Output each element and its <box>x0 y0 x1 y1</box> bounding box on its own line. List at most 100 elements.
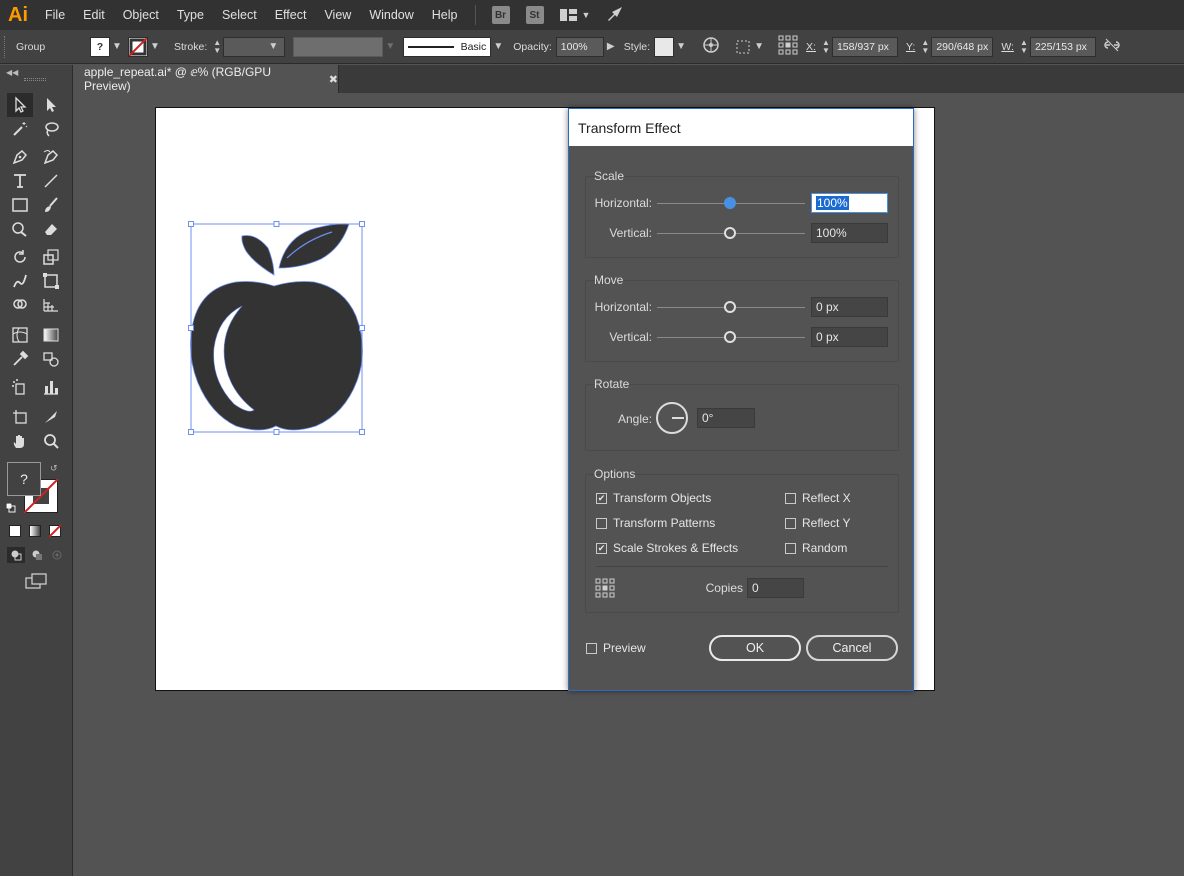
workspace-switcher-icon[interactable]: ▼ <box>559 8 590 22</box>
menu-edit[interactable]: Edit <box>74 0 114 30</box>
rotate-tool-icon[interactable] <box>7 245 33 269</box>
menu-view[interactable]: View <box>315 0 360 30</box>
transform-objects-checkbox[interactable]: ✔ Transform Objects <box>596 491 711 505</box>
type-tool-icon[interactable] <box>7 169 33 193</box>
menu-file[interactable]: File <box>36 0 74 30</box>
y-stepper[interactable]: ▲ ▼ <box>919 37 931 57</box>
draw-normal-icon[interactable] <box>7 547 25 563</box>
menu-type[interactable]: Type <box>168 0 213 30</box>
move-horizontal-slider-knob[interactable] <box>724 301 736 313</box>
warp-tool-icon[interactable] <box>7 269 33 293</box>
w-field[interactable]: 225/153 px <box>1029 36 1096 57</box>
magic-wand-tool-icon[interactable] <box>7 117 33 141</box>
recolor-artwork-icon[interactable] <box>702 36 720 57</box>
preview-checkbox[interactable]: Preview <box>586 641 646 655</box>
color-mode-button[interactable] <box>9 525 21 537</box>
collapse-panel-icon[interactable]: ◀◀ <box>6 68 18 77</box>
stroke-weight-stepper[interactable]: ▲ ▼ <box>211 37 223 57</box>
ok-button[interactable]: OK <box>709 635 801 661</box>
fill-color-box[interactable]: ? <box>7 462 41 496</box>
move-vertical-slider-knob[interactable] <box>724 331 736 343</box>
shaper-tool-icon[interactable] <box>7 217 33 241</box>
reflect-x-checkbox[interactable]: Reflect X <box>785 491 851 505</box>
scale-vertical-input[interactable]: 100% <box>811 223 888 243</box>
y-field[interactable]: 290/648 px <box>931 36 994 57</box>
rectangle-tool-icon[interactable] <box>7 193 33 217</box>
eyedropper-tool-icon[interactable] <box>7 347 33 371</box>
w-stepper[interactable]: ▲ ▼ <box>1018 37 1030 57</box>
stroke-swatch[interactable] <box>128 36 148 57</box>
scale-horizontal-input[interactable]: 100% <box>811 193 888 213</box>
screen-mode-icon[interactable] <box>24 572 48 590</box>
perspective-grid-tool-icon[interactable] <box>38 293 64 317</box>
lasso-tool-icon[interactable] <box>38 117 64 141</box>
variable-width-profile[interactable] <box>293 36 384 57</box>
none-mode-button[interactable] <box>49 525 61 537</box>
align-to-selection-icon[interactable]: ▼ <box>734 38 766 56</box>
blend-tool-icon[interactable] <box>38 347 64 371</box>
document-tab[interactable]: apple_repeat.ai* @ ⅇ% (RGB/GPU Preview) … <box>74 65 339 93</box>
hand-tool-icon[interactable] <box>7 429 33 453</box>
copies-input[interactable]: 0 <box>747 578 804 598</box>
move-horizontal-input[interactable]: 0 px <box>811 297 888 317</box>
chevron-down-icon[interactable]: ▼ <box>491 41 505 52</box>
selection-tool-icon[interactable] <box>7 93 33 117</box>
brush-definition[interactable]: Basic <box>403 36 492 57</box>
draw-behind-icon[interactable] <box>28 547 46 563</box>
scale-vertical-slider-knob[interactable] <box>724 227 736 239</box>
chevron-down-icon[interactable]: ▼ <box>148 41 162 52</box>
y-label: Y: <box>905 40 916 53</box>
x-field[interactable]: 158/937 px <box>831 36 898 57</box>
dialog-title[interactable]: Transform Effect <box>569 109 913 146</box>
gpu-performance-icon[interactable] <box>606 6 624 25</box>
opacity-field[interactable]: 100% <box>555 36 604 57</box>
direct-selection-tool-icon[interactable] <box>38 93 64 117</box>
graphic-style-swatch[interactable] <box>654 36 675 57</box>
angle-input[interactable]: 0° <box>697 408 755 428</box>
pen-tool-icon[interactable] <box>7 145 33 169</box>
gradient-mode-button[interactable] <box>29 525 41 537</box>
reference-point-icon[interactable] <box>778 35 798 58</box>
line-tool-icon[interactable] <box>38 169 64 193</box>
menu-effect[interactable]: Effect <box>266 0 316 30</box>
transform-patterns-checkbox[interactable]: Transform Patterns <box>596 516 715 530</box>
chevron-right-icon[interactable]: ▶ <box>604 41 618 52</box>
menu-object[interactable]: Object <box>114 0 168 30</box>
symbol-sprayer-tool-icon[interactable] <box>7 375 33 399</box>
swap-fill-stroke-icon[interactable]: ↺ <box>50 463 58 474</box>
chevron-down-icon[interactable]: ▼ <box>674 41 688 52</box>
zoom-tool-icon[interactable] <box>38 429 64 453</box>
random-checkbox[interactable]: Random <box>785 541 847 555</box>
cancel-button[interactable]: Cancel <box>806 635 898 661</box>
angle-dial-icon[interactable] <box>655 401 689 435</box>
constrain-proportions-icon[interactable] <box>1104 38 1120 55</box>
scale-horizontal-slider-knob[interactable] <box>724 197 736 209</box>
column-graph-tool-icon[interactable] <box>38 375 64 399</box>
scale-strokes-checkbox[interactable]: ✔ Scale Strokes & Effects <box>596 541 738 555</box>
menubar-separator <box>474 5 476 25</box>
paintbrush-tool-icon[interactable] <box>38 193 64 217</box>
x-stepper[interactable]: ▲ ▼ <box>820 37 832 57</box>
stroke-weight-field[interactable]: ▼ <box>223 36 286 57</box>
mesh-tool-icon[interactable] <box>7 323 33 347</box>
shape-builder-tool-icon[interactable] <box>7 293 33 317</box>
eraser-tool-icon[interactable] <box>38 217 64 241</box>
close-tab-icon[interactable]: ✖ <box>329 73 338 86</box>
scale-tool-icon[interactable] <box>38 245 64 269</box>
reflect-y-checkbox[interactable]: Reflect Y <box>785 516 850 530</box>
gradient-tool-icon[interactable] <box>38 323 64 347</box>
move-vertical-input[interactable]: 0 px <box>811 327 888 347</box>
menu-window[interactable]: Window <box>360 0 422 30</box>
free-transform-tool-icon[interactable] <box>38 269 64 293</box>
artboard-tool-icon[interactable] <box>7 405 33 429</box>
stock-button[interactable]: St <box>525 6 544 24</box>
menu-help[interactable]: Help <box>423 0 467 30</box>
chevron-down-icon[interactable]: ▼ <box>110 41 124 52</box>
menu-select[interactable]: Select <box>213 0 266 30</box>
curvature-tool-icon[interactable] <box>38 145 64 169</box>
slice-tool-icon[interactable] <box>38 405 64 429</box>
bridge-button[interactable]: Br <box>491 6 510 24</box>
fill-swatch[interactable]: ? <box>90 36 110 57</box>
default-colors-icon[interactable] <box>5 502 16 513</box>
reference-point-locator-icon[interactable] <box>595 578 615 598</box>
